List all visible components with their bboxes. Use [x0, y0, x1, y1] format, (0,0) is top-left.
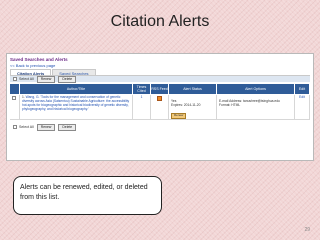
alert-options-text: E-mail Address: tanushree@tsinghua.edu F…	[219, 98, 280, 107]
select-all-label-bottom: Select All	[19, 125, 34, 129]
rss-feed-icon[interactable]	[157, 96, 162, 101]
delete-button[interactable]: Delete	[58, 75, 77, 83]
alert-status-cell: Yes Expires: 2014-11-20 Renew	[169, 95, 217, 120]
row-renew-button[interactable]: Renew	[171, 112, 187, 119]
col-header-alert-status: Alert Status	[169, 84, 217, 94]
toolbar-top-controls: Select All Renew Delete	[13, 75, 77, 83]
col-header-rss-feed: RSS Feed	[151, 84, 169, 94]
delete-button-bottom[interactable]: Delete	[58, 123, 77, 131]
row-checkbox[interactable]	[12, 96, 16, 100]
col-header-times-cited: Times Cited	[133, 84, 151, 94]
col-header-edit: Edit	[295, 84, 310, 94]
select-all-label: Select All	[19, 77, 34, 81]
renew-button[interactable]: Renew	[36, 75, 56, 83]
col-header-select	[10, 84, 20, 94]
times-cited-cell: 1	[133, 95, 151, 120]
select-all-checkbox-bottom[interactable]	[13, 125, 17, 129]
embedded-screenshot: Saved Searches and Alerts << Back to pre…	[6, 53, 314, 161]
citation-title-link[interactable]: Wang, G. 'Tools for the management and c…	[22, 95, 129, 111]
alert-options-cell: E-mail Address: tanushree@tsinghua.edu F…	[217, 95, 295, 120]
slide-title: Citation Alerts	[110, 13, 210, 30]
col-header-alert-options: Alert Options	[217, 84, 295, 94]
edit-link[interactable]: Edit	[299, 95, 305, 99]
times-cited-value[interactable]: 1	[141, 95, 143, 99]
renew-button-bottom[interactable]: Renew	[36, 123, 56, 131]
edit-cell: Edit	[295, 95, 310, 120]
back-link[interactable]: << Back to previous page	[10, 63, 55, 68]
rss-cell	[151, 95, 169, 120]
table-row: 1. Wang, G. 'Tools for the management an…	[20, 95, 133, 120]
select-all-checkbox[interactable]	[13, 77, 17, 81]
page-heading: Saved Searches and Alerts	[10, 57, 68, 62]
page-number: 29	[304, 227, 310, 233]
alert-status-text: Yes Expires: 2014-11-20	[171, 98, 201, 107]
col-header-author-title: Author/Title	[20, 84, 133, 94]
toolbar-bottom-controls: Select All Renew Delete	[13, 123, 77, 131]
row-select-cell	[10, 95, 20, 120]
callout-box: Alerts can be renewed, edited, or delete…	[13, 176, 162, 215]
